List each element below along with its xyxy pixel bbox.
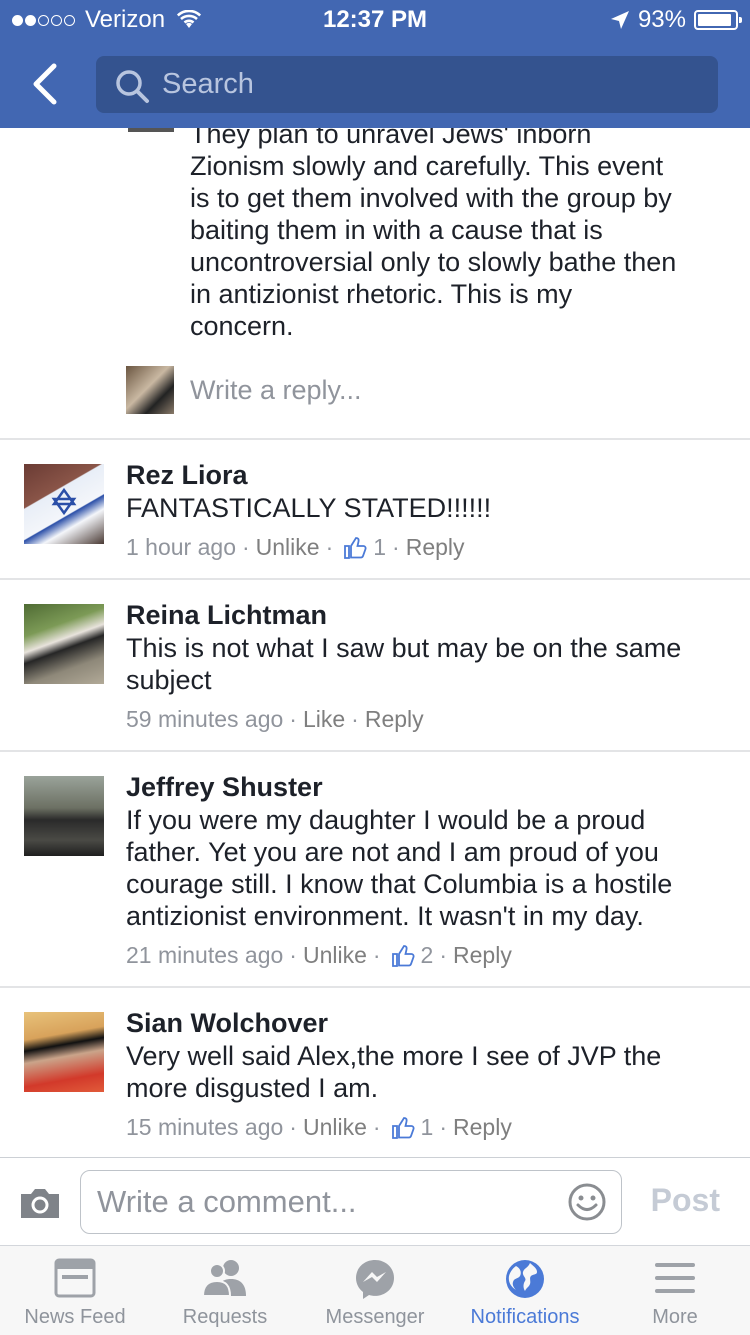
post-button[interactable]: Post <box>651 1182 720 1219</box>
reply-button[interactable]: Reply <box>406 534 465 561</box>
status-right: 93% <box>610 6 742 34</box>
commenter-name[interactable]: Jeffrey Shuster <box>126 772 323 803</box>
comment-meta: 59 minutes ago · Like · Reply <box>126 706 424 733</box>
status-bar: Verizon 12:37 PM 93% <box>0 0 750 40</box>
reply-button[interactable]: Reply <box>365 706 424 733</box>
unlike-button[interactable]: Unlike <box>303 1114 367 1141</box>
back-arrow-icon[interactable] <box>28 62 68 106</box>
write-reply-row[interactable]: Write a reply... <box>126 366 362 414</box>
comment-item: Rez Liora FANTASTICALLY STATED!!!!!! 1 h… <box>0 440 750 578</box>
camera-icon[interactable] <box>18 1186 62 1220</box>
avatar[interactable] <box>24 776 104 856</box>
like-thumb-icon <box>344 536 367 559</box>
messenger-icon <box>356 1260 394 1299</box>
write-reply-input[interactable]: Write a reply... <box>190 375 362 406</box>
location-arrow-icon <box>610 11 629 29</box>
comment-item: Reina Lichtman This is not what I saw bu… <box>0 580 750 750</box>
like-thumb-icon <box>391 1116 415 1139</box>
friend-requests-icon <box>201 1260 246 1297</box>
hamburger-menu-icon <box>655 1263 695 1293</box>
comment-meta: 21 minutes ago · Unlike · 2 · Reply <box>126 942 512 969</box>
comment-meta: 15 minutes ago · Unlike · 1 · Reply <box>126 1114 512 1141</box>
commenter-name[interactable]: Rez Liora <box>126 460 248 491</box>
tab-news-feed[interactable]: News Feed <box>0 1246 150 1335</box>
search-icon <box>116 70 149 103</box>
commenter-name[interactable]: Sian Wolchover <box>126 1008 328 1039</box>
like-count: 1 <box>373 534 387 560</box>
tab-label: More <box>652 1306 698 1328</box>
battery-percent: 93% <box>637 6 686 33</box>
tab-notifications[interactable]: Notifications <box>450 1246 600 1335</box>
comment-input[interactable] <box>97 1171 547 1233</box>
comment-meta: 1 hour ago · Unlike · 1 · Reply <box>126 534 465 561</box>
tab-bar: News Feed Requests Messenger Notificatio… <box>0 1245 750 1335</box>
globe-icon <box>506 1260 544 1298</box>
commenter-name[interactable]: Reina Lichtman <box>126 600 327 631</box>
comment-thread: They plan to unravel Jews' inborn Zionis… <box>0 128 750 1156</box>
comment-text: If you were my daughter I would be a pro… <box>126 805 673 931</box>
comment-text: FANTASTICALLY STATED!!!!!! <box>126 493 492 523</box>
top-bar: Verizon 12:37 PM 93% <box>0 0 750 128</box>
like-button[interactable]: Like <box>303 706 345 733</box>
like-count: 2 <box>420 942 434 968</box>
unlike-button[interactable]: Unlike <box>256 534 320 561</box>
reply-button[interactable]: Reply <box>453 942 512 969</box>
avatar <box>128 128 174 132</box>
tab-more[interactable]: More <box>600 1246 750 1335</box>
comment-text-continued: They plan to unravel Jews' inborn Zionis… <box>190 128 677 341</box>
tab-label: News Feed <box>24 1306 126 1328</box>
tab-messenger[interactable]: Messenger <box>300 1246 450 1335</box>
news-feed-icon <box>54 1258 96 1298</box>
comment-composer: Post <box>0 1157 750 1246</box>
comment-time[interactable]: 21 minutes ago <box>126 942 283 969</box>
reply-button[interactable]: Reply <box>453 1114 512 1141</box>
like-count: 1 <box>420 1114 434 1140</box>
avatar[interactable] <box>24 1012 104 1092</box>
comment-text: Very well said Alex,the more I see of JV… <box>126 1041 662 1103</box>
tab-label: Requests <box>182 1306 268 1328</box>
comment-time[interactable]: 1 hour ago <box>126 534 236 561</box>
comment-time[interactable]: 15 minutes ago <box>126 1114 283 1141</box>
emoji-smiley-icon[interactable] <box>567 1182 607 1222</box>
comment-input-box[interactable] <box>80 1170 622 1234</box>
tab-label: Messenger <box>325 1306 425 1328</box>
comment-text: This is not what I saw but may be on the… <box>126 633 682 695</box>
unlike-button[interactable]: Unlike <box>303 942 367 969</box>
avatar <box>126 366 174 414</box>
star-of-david-icon <box>51 487 77 516</box>
battery-icon <box>694 10 742 30</box>
search-bar[interactable] <box>96 56 718 113</box>
tab-requests[interactable]: Requests <box>150 1246 300 1335</box>
comment-time[interactable]: 59 minutes ago <box>126 706 283 733</box>
avatar[interactable] <box>24 464 104 544</box>
like-thumb-icon <box>391 944 415 967</box>
tab-label: Notifications <box>470 1306 580 1328</box>
search-input[interactable] <box>162 56 702 113</box>
comment-item: Sian Wolchover Very well said Alex,the m… <box>0 988 750 1156</box>
comment-item: Jeffrey Shuster If you were my daughter … <box>0 752 750 986</box>
avatar[interactable] <box>24 604 104 684</box>
